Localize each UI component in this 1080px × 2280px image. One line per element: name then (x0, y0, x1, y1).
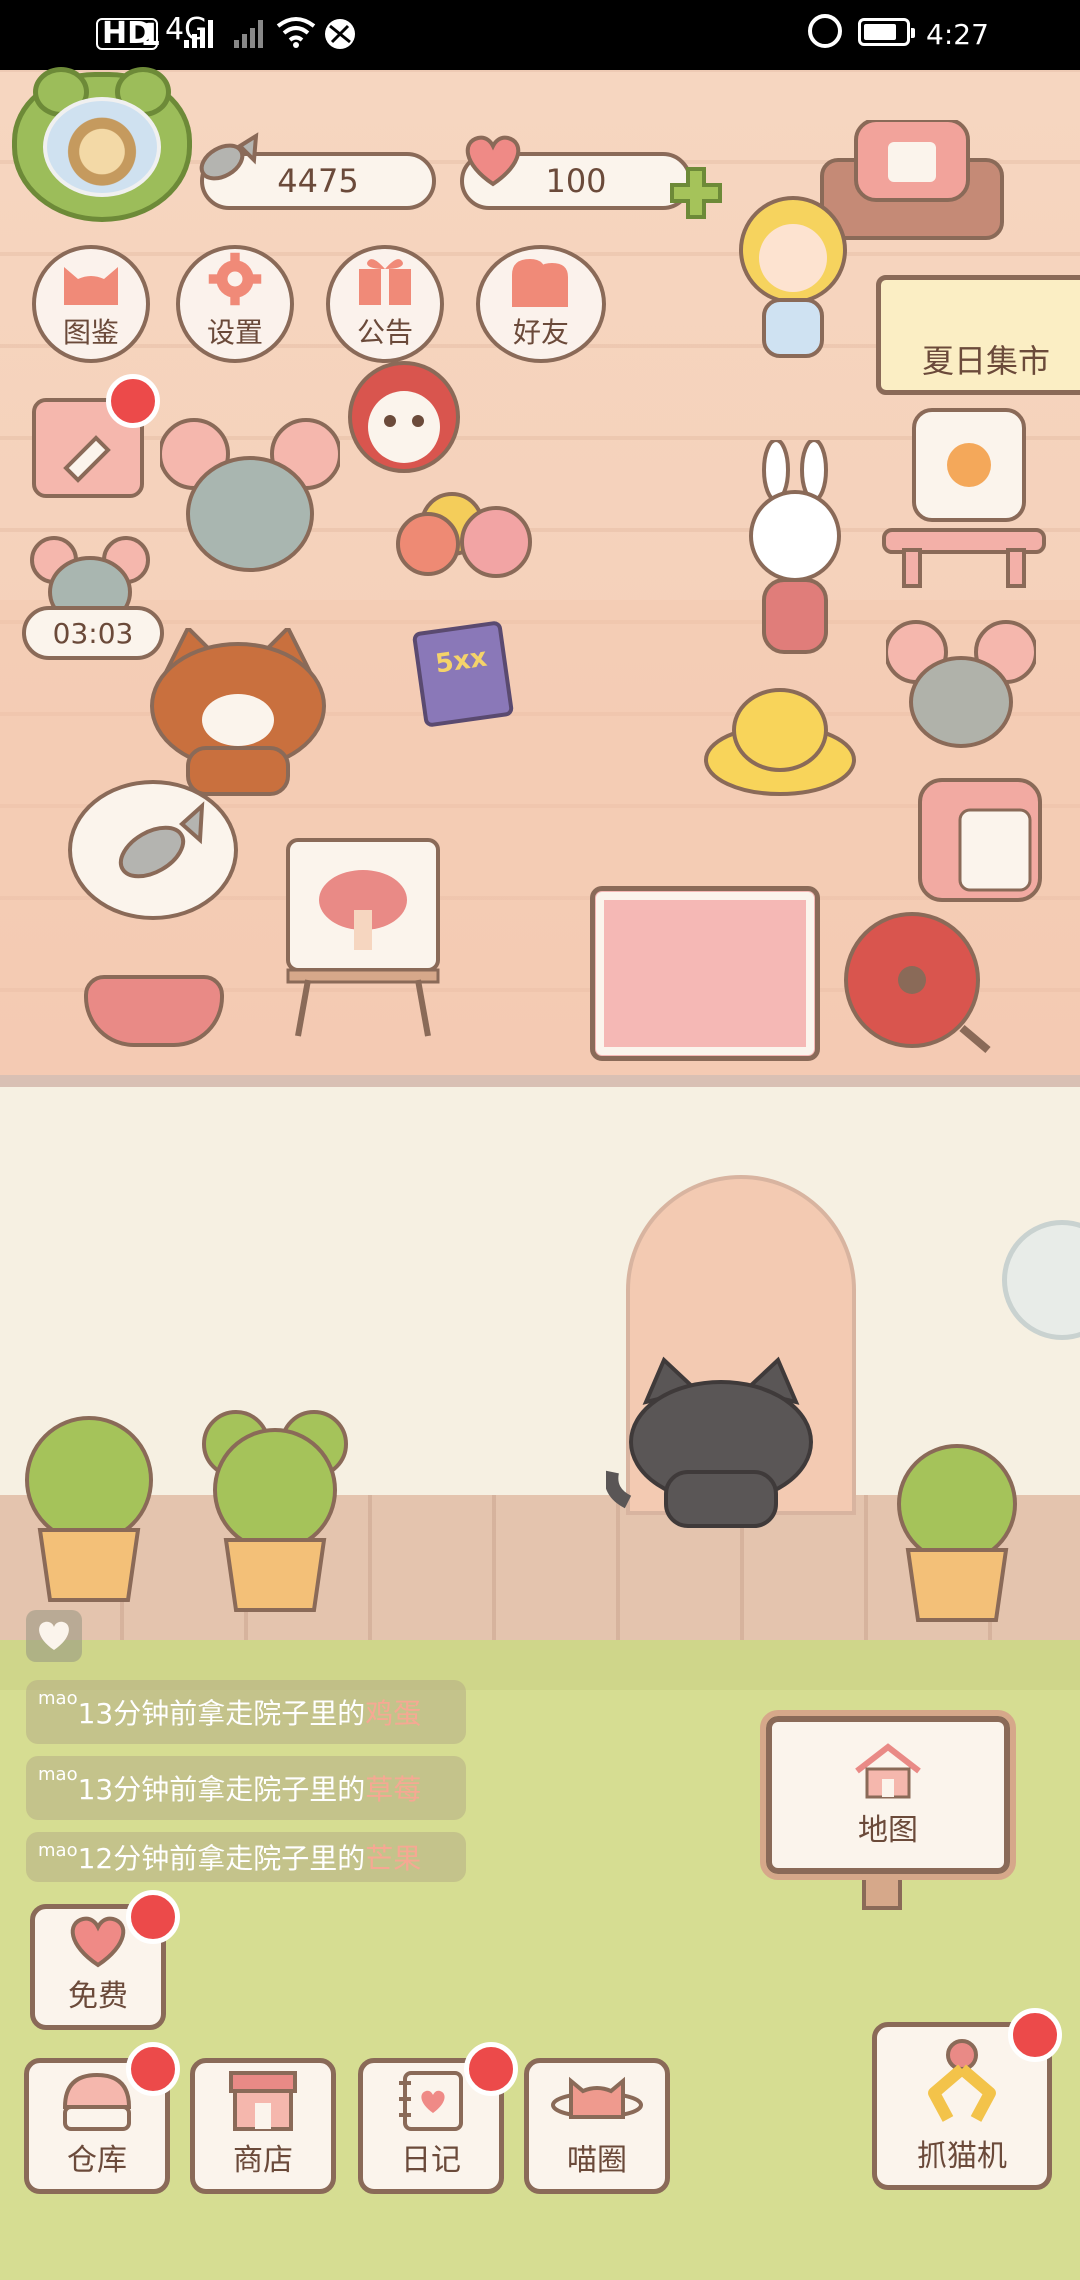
heart-icon (465, 135, 521, 187)
shop-button[interactable]: 商店 (190, 2058, 336, 2194)
potted-plant[interactable] (200, 1410, 350, 1620)
cat-circle-button[interactable]: 喵圈 (524, 2058, 670, 2194)
brown-cat[interactable] (138, 628, 338, 798)
warehouse-notification-dot (126, 2042, 180, 2096)
feed-user: mao (38, 1764, 78, 1785)
tea-set-stand[interactable] (874, 400, 1054, 590)
notice-button[interactable]: 公告 (326, 245, 444, 363)
pink-backpack[interactable] (900, 760, 1050, 910)
red-umbrella[interactable] (842, 900, 992, 1065)
purple-book[interactable]: 5xx (411, 620, 515, 728)
friends-label: 好友 (512, 316, 569, 349)
pink-rug[interactable] (590, 886, 820, 1061)
feed-text: 13分钟前拿走院子里的 (77, 1773, 366, 1806)
black-cat[interactable] (606, 1352, 836, 1532)
cat-planet-icon (551, 2076, 643, 2119)
add-currency-button[interactable] (668, 165, 724, 221)
cat-head-icon (64, 267, 118, 305)
alarm-icon (808, 14, 842, 48)
yellow-hat[interactable] (700, 680, 860, 800)
blonde-doll[interactable] (718, 190, 868, 365)
nfc-icon (325, 19, 355, 49)
claw-icon (928, 2039, 996, 2122)
notice-label: 公告 (356, 316, 413, 349)
signal-icon (184, 18, 213, 48)
potted-plant[interactable] (882, 1430, 1032, 1640)
gear-icon (208, 252, 262, 306)
cat-circle-label: 喵圈 (567, 2143, 627, 2178)
fish-icon (199, 132, 259, 181)
friends-icon (512, 259, 568, 307)
timer-text: 03:03 (52, 616, 134, 650)
status-time: 4:27 (926, 18, 989, 51)
warehouse-icon (62, 2072, 132, 2131)
sim-slot: 1 (140, 18, 161, 53)
heart-count: 100 (545, 162, 607, 200)
gray-mouse-left[interactable] (160, 410, 340, 580)
feed-item-name: 草莓 (365, 1773, 422, 1806)
claw-machine-label: 抓猫机 (917, 2139, 1007, 2174)
heart-icon (39, 1621, 69, 1650)
map-label: 地图 (858, 1813, 918, 1848)
diary-notification-dot (464, 2042, 518, 2096)
feed-text: 12分钟前拿走院子里的 (77, 1842, 366, 1875)
status-bar: HD 1 4G 4:27 (0, 0, 1080, 70)
atlas-label: 图鉴 (62, 316, 119, 349)
warehouse-label: 仓库 (67, 2143, 127, 2178)
heart-icon (70, 1916, 126, 1968)
no-signal-icon (234, 18, 263, 48)
wifi-icon (276, 17, 316, 48)
feed-item-name: 鸡蛋 (365, 1697, 422, 1730)
shop-label: 商店 (233, 2143, 293, 2178)
settings-button[interactable]: 设置 (176, 245, 294, 363)
feed-toggle-button[interactable] (26, 1610, 82, 1662)
feed-user: mao (38, 1840, 78, 1861)
atlas-button[interactable]: 图鉴 (32, 245, 150, 363)
potted-plant[interactable] (14, 1400, 164, 1610)
yarn-balls[interactable] (392, 480, 542, 580)
fish-count: 4475 (277, 162, 359, 200)
gift-icon (359, 259, 411, 305)
book-label: 5xx (433, 642, 489, 680)
summer-market-label: 夏日集市 (921, 342, 1050, 380)
feed-item: mao 12分钟前拿走院子里的 芒果 (26, 1832, 466, 1882)
claw-notification-dot (1008, 2008, 1062, 2062)
food-bowl[interactable] (84, 975, 224, 1047)
settings-label: 设置 (206, 316, 263, 349)
shop-icon (229, 2071, 297, 2131)
battery-icon (858, 18, 915, 46)
feed-item-name: 芒果 (365, 1842, 422, 1875)
mushroom-easel[interactable] (278, 800, 448, 1040)
room-divider (0, 1075, 1080, 1087)
bunny-figure[interactable] (740, 440, 850, 660)
feed-item: mao 13分钟前拿走院子里的 草莓 (26, 1756, 466, 1820)
edit-notification-dot (106, 374, 160, 428)
timer-badge: 03:03 (22, 606, 164, 660)
feed-text: 13分钟前拿走院子里的 (77, 1697, 366, 1730)
gray-mouse-right[interactable] (886, 612, 1036, 762)
avatar[interactable] (43, 97, 161, 197)
free-label: 免费 (68, 1979, 128, 2014)
avatar-frame[interactable] (12, 67, 192, 222)
house-icon (855, 1743, 921, 1799)
free-notification-dot (126, 1890, 180, 1944)
map-button[interactable]: 地图 (760, 1710, 1016, 1880)
friends-button[interactable]: 好友 (476, 245, 606, 363)
fish-icon (118, 801, 205, 879)
diary-icon (399, 2071, 463, 2131)
feed-user: mao (38, 1688, 78, 1709)
cat-speech-bubble[interactable] (68, 780, 238, 920)
diary-label: 日记 (401, 2143, 461, 2178)
owl-figure[interactable] (344, 355, 464, 475)
summer-market-sign[interactable]: 夏日集市 (876, 275, 1080, 395)
feed-item: mao 13分钟前拿走院子里的 鸡蛋 (26, 1680, 466, 1744)
